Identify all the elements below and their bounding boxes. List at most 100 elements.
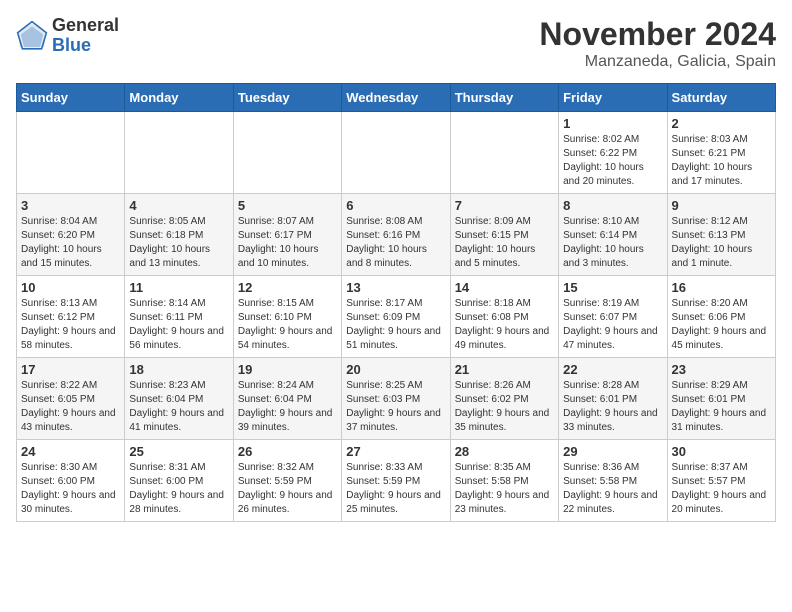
day-number: 19 bbox=[238, 362, 337, 377]
day-info: Sunrise: 8:24 AM Sunset: 6:04 PM Dayligh… bbox=[238, 379, 337, 435]
day-cell: 2 Sunrise: 8:03 AM Sunset: 6:21 PM Daylig… bbox=[667, 112, 775, 194]
day-info: Sunrise: 8:18 AM Sunset: 6:08 PM Dayligh… bbox=[455, 297, 554, 353]
day-number: 20 bbox=[346, 362, 445, 377]
week-row-4: 17 Sunrise: 8:22 AM Sunset: 6:05 PM Dayli… bbox=[17, 358, 776, 440]
day-number: 3 bbox=[21, 198, 120, 213]
day-cell: 18 Sunrise: 8:23 AM Sunset: 6:04 PM Dayli… bbox=[125, 358, 233, 440]
day-info: Sunrise: 8:13 AM Sunset: 6:12 PM Dayligh… bbox=[21, 297, 120, 353]
day-number: 2 bbox=[672, 116, 771, 131]
day-number: 28 bbox=[455, 444, 554, 459]
day-info: Sunrise: 8:26 AM Sunset: 6:02 PM Dayligh… bbox=[455, 379, 554, 435]
day-info: Sunrise: 8:10 AM Sunset: 6:14 PM Dayligh… bbox=[563, 215, 662, 271]
page-header: General Blue November 2024 Manzaneda, Ga… bbox=[16, 16, 776, 71]
day-cell: 4Sunrise: 8:05 AM Sunset: 6:18 PM Daylig… bbox=[125, 194, 233, 276]
day-number: 25 bbox=[129, 444, 228, 459]
day-cell: 19 Sunrise: 8:24 AM Sunset: 6:04 PM Dayli… bbox=[233, 358, 341, 440]
day-number: 22 bbox=[563, 362, 662, 377]
day-info: Sunrise: 8:17 AM Sunset: 6:09 PM Dayligh… bbox=[346, 297, 445, 353]
day-info: Sunrise: 8:28 AM Sunset: 6:01 PM Dayligh… bbox=[563, 379, 662, 435]
day-info: Sunrise: 8:09 AM Sunset: 6:15 PM Dayligh… bbox=[455, 215, 554, 271]
day-number: 23 bbox=[672, 362, 771, 377]
day-info: Sunrise: 8:05 AM Sunset: 6:18 PM Dayligh… bbox=[129, 215, 228, 271]
day-info: Sunrise: 8:36 AM Sunset: 5:58 PM Dayligh… bbox=[563, 461, 662, 517]
day-info: Sunrise: 8:14 AM Sunset: 6:11 PM Dayligh… bbox=[129, 297, 228, 353]
day-info: Sunrise: 8:35 AM Sunset: 5:58 PM Dayligh… bbox=[455, 461, 554, 517]
logo-icon bbox=[16, 20, 48, 52]
day-number: 7 bbox=[455, 198, 554, 213]
day-info: Sunrise: 8:03 AM Sunset: 6:21 PM Dayligh… bbox=[672, 133, 771, 189]
week-row-3: 10 Sunrise: 8:13 AM Sunset: 6:12 PM Dayli… bbox=[17, 276, 776, 358]
day-number: 10 bbox=[21, 280, 120, 295]
day-cell bbox=[233, 112, 341, 194]
day-cell: 7 Sunrise: 8:09 AM Sunset: 6:15 PM Daylig… bbox=[450, 194, 558, 276]
day-cell bbox=[342, 112, 450, 194]
day-cell: 26 Sunrise: 8:32 AM Sunset: 5:59 PM Dayli… bbox=[233, 440, 341, 522]
day-cell: 20 Sunrise: 8:25 AM Sunset: 6:03 PM Dayli… bbox=[342, 358, 450, 440]
logo-general: General bbox=[52, 16, 119, 36]
day-info: Sunrise: 8:22 AM Sunset: 6:05 PM Dayligh… bbox=[21, 379, 120, 435]
day-cell: 15Sunrise: 8:19 AM Sunset: 6:07 PM Dayli… bbox=[559, 276, 667, 358]
calendar-table: SundayMondayTuesdayWednesdayThursdayFrid… bbox=[16, 83, 776, 522]
day-cell: 13 Sunrise: 8:17 AM Sunset: 6:09 PM Dayli… bbox=[342, 276, 450, 358]
week-row-2: 3 Sunrise: 8:04 AM Sunset: 6:20 PM Daylig… bbox=[17, 194, 776, 276]
location-title: Manzaneda, Galicia, Spain bbox=[539, 53, 776, 71]
day-number: 9 bbox=[672, 198, 771, 213]
day-number: 30 bbox=[672, 444, 771, 459]
day-number: 21 bbox=[455, 362, 554, 377]
day-number: 26 bbox=[238, 444, 337, 459]
day-cell: 24Sunrise: 8:30 AM Sunset: 6:00 PM Dayli… bbox=[17, 440, 125, 522]
day-cell: 25 Sunrise: 8:31 AM Sunset: 6:00 PM Dayli… bbox=[125, 440, 233, 522]
weekday-header-saturday: Saturday bbox=[667, 84, 775, 112]
title-block: November 2024 Manzaneda, Galicia, Spain bbox=[539, 16, 776, 71]
day-number: 5 bbox=[238, 198, 337, 213]
month-title: November 2024 bbox=[539, 16, 776, 53]
weekday-header-wednesday: Wednesday bbox=[342, 84, 450, 112]
day-info: Sunrise: 8:37 AM Sunset: 5:57 PM Dayligh… bbox=[672, 461, 771, 517]
weekday-header-sunday: Sunday bbox=[17, 84, 125, 112]
day-cell bbox=[450, 112, 558, 194]
day-number: 13 bbox=[346, 280, 445, 295]
day-info: Sunrise: 8:29 AM Sunset: 6:01 PM Dayligh… bbox=[672, 379, 771, 435]
weekday-header-tuesday: Tuesday bbox=[233, 84, 341, 112]
day-number: 16 bbox=[672, 280, 771, 295]
day-number: 24 bbox=[21, 444, 120, 459]
day-info: Sunrise: 8:33 AM Sunset: 5:59 PM Dayligh… bbox=[346, 461, 445, 517]
day-cell: 27Sunrise: 8:33 AM Sunset: 5:59 PM Dayli… bbox=[342, 440, 450, 522]
day-number: 12 bbox=[238, 280, 337, 295]
weekday-header-thursday: Thursday bbox=[450, 84, 558, 112]
weekday-header-friday: Friday bbox=[559, 84, 667, 112]
day-number: 15 bbox=[563, 280, 662, 295]
day-cell: 8Sunrise: 8:10 AM Sunset: 6:14 PM Daylig… bbox=[559, 194, 667, 276]
day-info: Sunrise: 8:25 AM Sunset: 6:03 PM Dayligh… bbox=[346, 379, 445, 435]
day-number: 6 bbox=[346, 198, 445, 213]
day-cell: 16Sunrise: 8:20 AM Sunset: 6:06 PM Dayli… bbox=[667, 276, 775, 358]
day-cell: 3 Sunrise: 8:04 AM Sunset: 6:20 PM Daylig… bbox=[17, 194, 125, 276]
day-cell: 11 Sunrise: 8:14 AM Sunset: 6:11 PM Dayli… bbox=[125, 276, 233, 358]
day-cell bbox=[125, 112, 233, 194]
day-cell: 5Sunrise: 8:07 AM Sunset: 6:17 PM Daylig… bbox=[233, 194, 341, 276]
day-cell: 1 Sunrise: 8:02 AM Sunset: 6:22 PM Daylig… bbox=[559, 112, 667, 194]
day-number: 18 bbox=[129, 362, 228, 377]
logo-blue: Blue bbox=[52, 36, 119, 56]
day-info: Sunrise: 8:08 AM Sunset: 6:16 PM Dayligh… bbox=[346, 215, 445, 271]
day-number: 17 bbox=[21, 362, 120, 377]
week-row-1: 1 Sunrise: 8:02 AM Sunset: 6:22 PM Daylig… bbox=[17, 112, 776, 194]
day-info: Sunrise: 8:04 AM Sunset: 6:20 PM Dayligh… bbox=[21, 215, 120, 271]
day-info: Sunrise: 8:12 AM Sunset: 6:13 PM Dayligh… bbox=[672, 215, 771, 271]
day-number: 1 bbox=[563, 116, 662, 131]
day-cell: 17 Sunrise: 8:22 AM Sunset: 6:05 PM Dayli… bbox=[17, 358, 125, 440]
weekday-header-row: SundayMondayTuesdayWednesdayThursdayFrid… bbox=[17, 84, 776, 112]
weekday-header-monday: Monday bbox=[125, 84, 233, 112]
logo-text: General Blue bbox=[52, 16, 119, 56]
logo: General Blue bbox=[16, 16, 119, 56]
day-cell: 30 Sunrise: 8:37 AM Sunset: 5:57 PM Dayli… bbox=[667, 440, 775, 522]
day-cell: 23 Sunrise: 8:29 AM Sunset: 6:01 PM Dayli… bbox=[667, 358, 775, 440]
day-cell: 9 Sunrise: 8:12 AM Sunset: 6:13 PM Daylig… bbox=[667, 194, 775, 276]
day-info: Sunrise: 8:02 AM Sunset: 6:22 PM Dayligh… bbox=[563, 133, 662, 189]
day-info: Sunrise: 8:23 AM Sunset: 6:04 PM Dayligh… bbox=[129, 379, 228, 435]
day-cell: 21 Sunrise: 8:26 AM Sunset: 6:02 PM Dayli… bbox=[450, 358, 558, 440]
day-cell: 10 Sunrise: 8:13 AM Sunset: 6:12 PM Dayli… bbox=[17, 276, 125, 358]
day-info: Sunrise: 8:32 AM Sunset: 5:59 PM Dayligh… bbox=[238, 461, 337, 517]
day-info: Sunrise: 8:31 AM Sunset: 6:00 PM Dayligh… bbox=[129, 461, 228, 517]
day-number: 11 bbox=[129, 280, 228, 295]
